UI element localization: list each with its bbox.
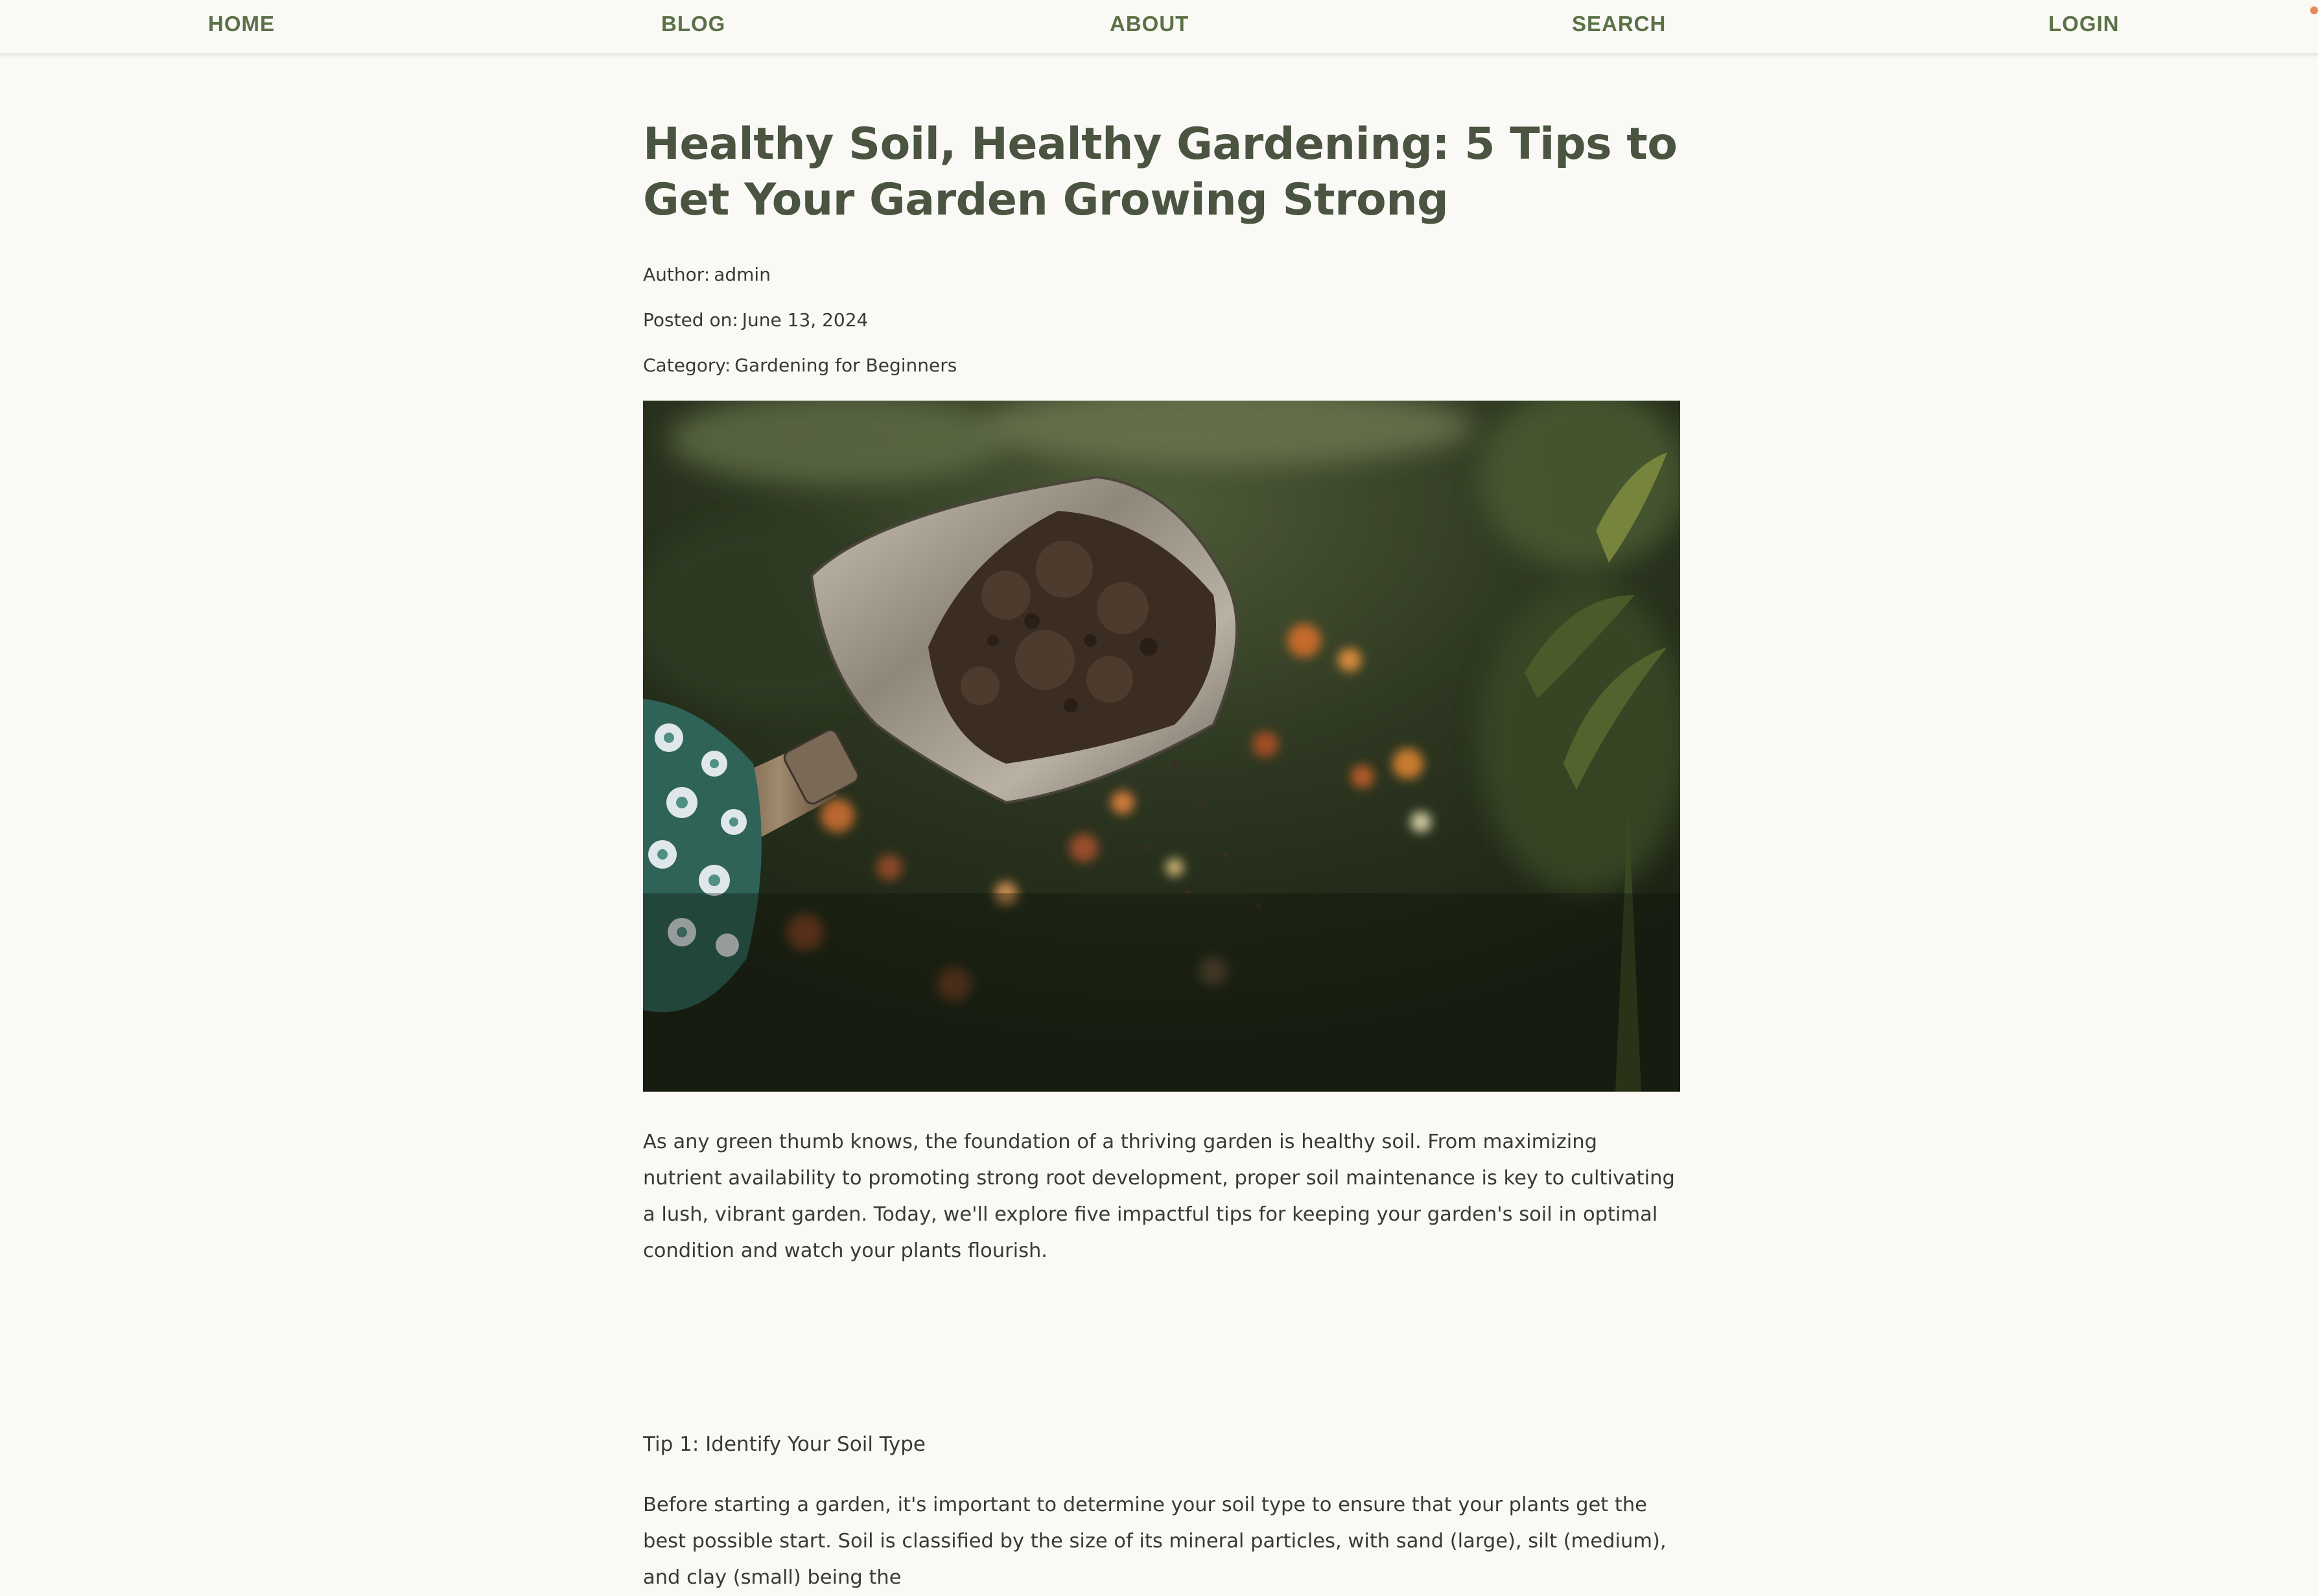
top-navigation: HOME BLOG ABOUT SEARCH LOGIN: [0, 0, 2318, 53]
nav-login-link[interactable]: LOGIN: [2048, 12, 2120, 36]
nav-search-link[interactable]: SEARCH: [1572, 12, 1666, 36]
article: Healthy Soil, Healthy Gardening: 5 Tips …: [643, 117, 1680, 1589]
nav-about-link[interactable]: ABOUT: [1110, 12, 1189, 36]
article-intro-paragraph: As any green thumb knows, the foundation…: [643, 1131, 1675, 1262]
article-author: Author: admin: [643, 263, 771, 287]
nav-blog-link[interactable]: BLOG: [661, 12, 725, 36]
nav-home-link[interactable]: HOME: [208, 12, 275, 36]
posted-label: Posted on:: [643, 309, 738, 331]
article-category: Category: Gardening for Beginners: [643, 354, 957, 377]
article-date: Posted on: June 13, 2024: [643, 309, 868, 332]
category-value: Gardening for Beginners: [734, 355, 957, 376]
author-value: admin: [714, 264, 771, 285]
category-label: Category:: [643, 355, 731, 376]
tip-1-heading: Tip 1: Identify Your Soil Type: [643, 1433, 926, 1456]
posted-date-value: June 13, 2024: [742, 309, 869, 331]
hero-image-trowel-soil: [643, 401, 1680, 1092]
notification-dot: [2310, 6, 2318, 14]
tip-1-paragraph: Before starting a garden, it's important…: [643, 1494, 1667, 1589]
author-label: Author:: [643, 264, 710, 285]
article-title: Healthy Soil, Healthy Gardening: 5 Tips …: [643, 119, 1678, 226]
